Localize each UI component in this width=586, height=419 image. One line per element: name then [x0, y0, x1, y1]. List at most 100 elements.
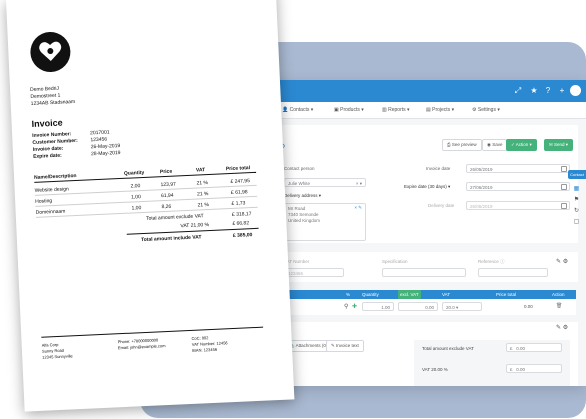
total-excl-label: Total amount exclude VAT [422, 346, 474, 351]
send-button[interactable]: ✉ Send ▾ [544, 139, 574, 151]
invoice-text-button[interactable]: ✎ Invoice text [326, 340, 364, 352]
contact-person-select[interactable]: Julie White × ▾ [284, 178, 366, 187]
nav-products[interactable]: ▣ Products ▾ [334, 107, 364, 113]
footer-line: Sunny Road [41, 347, 65, 354]
plus-icon[interactable]: + [556, 85, 568, 97]
totals-box: Total amount exclude VAT £ 0.00 VAT 20.0… [414, 340, 570, 386]
footer-line: Email: john@example.com [117, 343, 166, 351]
save-label: Save [492, 142, 503, 147]
flag-icon[interactable]: ⚑ [573, 197, 580, 204]
delivery-date-label: Delivery date [428, 203, 455, 208]
help-icon[interactable]: ? [542, 85, 554, 97]
totals-panel: ✎ ⚙ 📎 Attachments (0) ✎ Invoice text Tot… [266, 322, 578, 386]
invoice-date-field[interactable]: 26/05/2019 [466, 164, 570, 173]
vat-value: 20.0 [446, 305, 455, 310]
save-button[interactable]: ◉ Save [482, 139, 508, 151]
line-price: 123,97 [160, 181, 176, 189]
specification-field[interactable] [382, 268, 466, 277]
invoice-document: Demo BedriJ Demostreet 1 1234AB Stadsnaa… [6, 0, 295, 412]
line-qty: 2,00 [130, 183, 141, 190]
nav-label: Products [340, 107, 360, 113]
vat-value: £ 66,82 [232, 220, 250, 227]
meta-label: Customer Number: [32, 137, 78, 146]
line-qty: 1,00 [131, 205, 142, 212]
edit-icon[interactable]: ✎ ⚙ [556, 324, 568, 331]
preview-label: See preview [451, 142, 477, 147]
nav-settings[interactable]: ⚙ Settings ▾ [472, 107, 500, 113]
calendar-icon[interactable] [561, 184, 567, 190]
price-badge: excl. VAT [398, 290, 421, 299]
delivery-date-value: 26/05/2019 [470, 204, 493, 209]
clear-icon[interactable]: × ▾ [356, 179, 362, 188]
preview-button[interactable]: ⎙ See preview [442, 139, 482, 151]
line-total: £ 1,73 [231, 200, 246, 207]
search-icon[interactable]: ⚲ [344, 303, 348, 310]
meta-value: 2017001 [89, 129, 110, 137]
calendar-icon[interactable]: ▦ [573, 186, 580, 193]
invoice-date-value: 26/05/2019 [470, 167, 493, 172]
vat-number-value: 123456 [288, 271, 304, 276]
footer-line: Alfa Corp [41, 341, 59, 348]
row-total: 0.00 [524, 304, 533, 309]
nav-projects[interactable]: ▤ Projects ▾ [426, 107, 454, 113]
right-rail: Contact ▦ ⚑ ↻ ▢ [568, 170, 586, 230]
company-logo [29, 31, 72, 73]
table-row: ⚲ ✚ 1.00 0.00 20.0 ▾ 0.00 🗑 [266, 299, 576, 315]
address-line: United Kingdom [288, 218, 321, 223]
grand-total-label: Total amount include VAT [140, 234, 202, 244]
contact-person-label: Contact person [284, 166, 315, 171]
quantity-input[interactable]: 1.00 [362, 302, 394, 311]
vat-total-value: 0.00 [516, 367, 526, 372]
delivery-address-label[interactable]: Delivery address ▾ [284, 193, 321, 199]
vat-total-field: £ 0.00 [506, 364, 562, 373]
price-value: 0.00 [425, 305, 434, 310]
star-icon[interactable]: ★ [528, 85, 540, 97]
avatar[interactable] [570, 85, 581, 96]
col-action: Action [552, 292, 565, 297]
expire-date-field[interactable]: 27/06/2019 [466, 182, 570, 191]
delivery-date-field[interactable]: 26/05/2019 [466, 201, 570, 210]
calendar-icon[interactable] [561, 203, 567, 209]
edit-icon[interactable]: ✎ ⚙ [556, 258, 568, 265]
reference-field[interactable] [478, 268, 548, 277]
calendar-icon[interactable] [561, 166, 567, 172]
footer-line: CoC: 002 [191, 335, 209, 341]
delete-icon[interactable]: 🗑 [556, 303, 562, 309]
vat-total-label: VAT 20.00 % [422, 367, 448, 372]
delivery-address-box[interactable]: Mr Road 7340 Semonde United Kingdom × ✎ [284, 203, 366, 241]
line-total: £ 247,95 [230, 178, 251, 186]
expire-date-label[interactable]: Expire date (30 days) ▾ [404, 184, 450, 190]
specification-panel: VAT Number 123456 Specification Referenc… [266, 252, 578, 282]
action-button[interactable]: ✓ Action ▾ [506, 139, 537, 151]
price-input[interactable]: 0.00 [398, 302, 438, 311]
vat-number-field[interactable]: 123456 [284, 268, 344, 277]
nav-contacts[interactable]: 👤 Contacts ▾ [282, 107, 313, 113]
line-qty: 1,00 [130, 194, 141, 201]
invoice-date-label: Invoice date [426, 166, 451, 171]
col-vat-header: VAT [195, 167, 206, 174]
contact-tab[interactable]: Contact [568, 170, 586, 179]
document-icon[interactable]: ▢ [573, 219, 580, 226]
col-price-header: Price [159, 168, 173, 176]
heart-icon [39, 41, 62, 62]
reference-text: Reference [478, 259, 499, 264]
col-percent: % [346, 292, 351, 297]
line-vat: 21 % [197, 202, 210, 209]
tag-icon[interactable]: ✚ [352, 303, 357, 310]
attachments-label: Attachments (0) [295, 343, 328, 348]
col-qty-header: Quantity [123, 169, 145, 177]
expire-date-text: Expire date (30 days) [404, 184, 447, 189]
nav-reports[interactable]: ▥ Reports ▾ [382, 107, 410, 113]
meta-label: Expire date: [33, 152, 62, 160]
nav-label: Contacts [289, 107, 310, 113]
line-price: 8,26 [161, 203, 172, 211]
footer-rule [41, 326, 264, 338]
refresh-icon[interactable]: ↻ [573, 208, 580, 215]
nav-label: Settings [477, 107, 496, 113]
vat-select[interactable]: 20.0 ▾ [442, 302, 482, 311]
expand-icon[interactable]: ⤢ [512, 85, 524, 97]
edit-address-icon[interactable]: × ✎ [354, 205, 362, 211]
footer-line: 12345 Sunnyville [42, 353, 73, 360]
total-excl-value: 0.00 [516, 346, 526, 351]
col-vat: VAT [442, 292, 451, 297]
